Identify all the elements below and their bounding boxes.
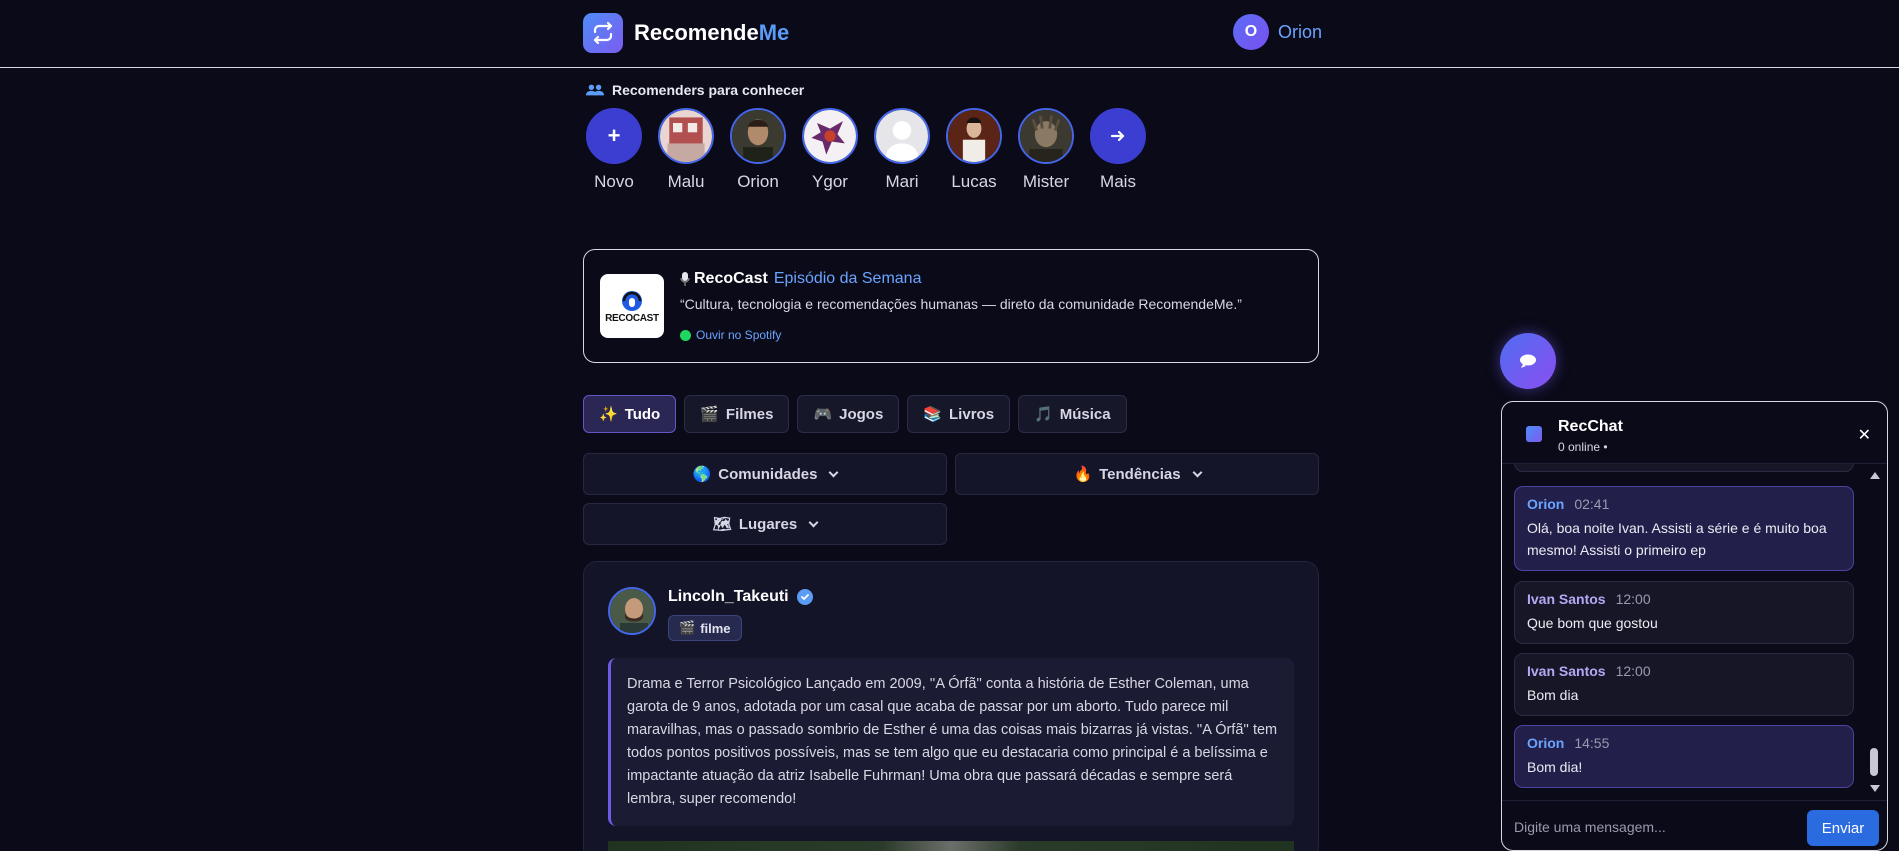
chat-message: Orion 14:55 Bom dia! [1514,725,1854,788]
send-button[interactable]: Enviar [1807,810,1879,846]
recommender-mister[interactable]: Mister [1018,108,1074,192]
chevron-down-icon [808,517,819,527]
microphone-icon [680,272,690,286]
post-category-badge: 🎬 filme [668,615,742,641]
chevron-down-icon [1192,467,1202,477]
recommenders-list: + Novo Malu Orion Ygor Mari Lucas Mister… [586,108,1146,192]
recommender-malu[interactable]: Malu [658,108,714,192]
post-author[interactable]: Lincoln_Takeuti [668,588,813,606]
books-icon: 📚 [923,406,943,423]
category-tabs: ✨ Tudo 🎬 Filmes 🎮 Jogos 📚 Livros 🎵 Música [583,395,1127,433]
recocast-logo: RECOCAST [600,274,664,338]
post-image[interactable] [608,841,1294,851]
chat-composer: Enviar [1502,800,1887,850]
tab-jogos[interactable]: 🎮 Jogos [797,395,900,433]
user-avatar: O [1233,14,1269,50]
recommender-orion[interactable]: Orion [730,108,786,192]
avatar [874,108,930,164]
post-author-avatar[interactable] [608,587,656,635]
chat-message-input[interactable] [1514,811,1794,843]
tab-livros[interactable]: 📚 Livros [907,395,1011,433]
comunidades-dropdown[interactable]: 🌎 Comunidades [583,453,947,495]
chat-toggle-button[interactable] [1500,333,1556,389]
tab-musica[interactable]: 🎵 Música [1018,395,1127,433]
clapperboard-icon: 🎬 [679,620,696,635]
chat-scrollbar[interactable] [1866,464,1882,800]
chat-message: Ivan Santos 12:00 Bom dia [1514,653,1854,716]
gamepad-icon: 🎮 [813,406,833,423]
tendencias-dropdown[interactable]: 🔥 Tendências [955,453,1319,495]
chat-message-partial [1514,464,1854,472]
avatar [658,108,714,164]
avatar [802,108,858,164]
chevron-down-icon [828,467,839,477]
repeat-icon [583,13,623,53]
recommender-ygor[interactable]: Ygor [802,108,858,192]
scrollbar-thumb[interactable] [1870,748,1878,776]
podcast-card: RECOCAST RecoCast Episódio da Semana “Cu… [583,249,1319,363]
post-text: Drama e Terror Psicológico Lançado em 20… [608,658,1294,826]
users-icon [586,84,604,96]
plus-icon: + [586,108,642,164]
recommender-more[interactable]: Mais [1090,108,1146,192]
brand-name: RecomendeMe [634,20,790,45]
sparkles-icon: ✨ [599,406,618,423]
globe-icon: 🌎 [692,466,712,483]
podcast-description: “Cultura, tecnologia e recomendações hum… [680,296,1242,312]
chat-title: RecChat [1558,418,1623,435]
chat-logo-icon [1526,426,1542,442]
scroll-up-arrow-icon[interactable] [1870,472,1880,479]
chat-bubble-icon [1520,354,1536,368]
post-card: Lincoln_Takeuti 🎬 filme Drama e Terror P… [583,561,1319,851]
chat-message: Ivan Santos 12:00 Que bom que gostou [1514,581,1854,644]
fire-icon: 🔥 [1073,466,1093,483]
scroll-down-arrow-icon[interactable] [1870,785,1880,792]
spotify-icon [680,329,691,341]
chat-messages: Orion 02:41 Olá, boa noite Ivan. Assisti … [1502,464,1872,800]
chat-header: RecChat 0 online • ✕ [1502,402,1887,464]
brand-logo[interactable]: RecomendeMe [583,13,789,53]
clapperboard-icon: 🎬 [700,406,719,423]
arrow-right-icon [1090,108,1146,164]
top-bar: RecomendeMe O Orion [0,0,1899,68]
podcast-title: RecoCast Episódio da Semana [680,270,921,288]
tab-filmes[interactable]: 🎬 Filmes [684,395,790,433]
podcast-logo-icon [622,290,642,311]
verified-icon [796,589,813,605]
user-menu[interactable]: O Orion [1233,14,1322,50]
music-note-icon: 🎵 [1034,406,1053,423]
recommenders-title: Recomenders para conhecer [586,82,804,98]
avatar [1018,108,1074,164]
map-icon: 🗺 [712,516,732,533]
lugares-dropdown[interactable]: 🗺 Lugares [583,503,947,545]
recommender-new[interactable]: + Novo [586,108,642,192]
recchat-panel: RecChat 0 online • ✕ Orion 02:41 Olá, boa… [1501,401,1888,851]
recommender-mari[interactable]: Mari [874,108,930,192]
spotify-link[interactable]: Ouvir no Spotify [680,328,781,342]
user-name: Orion [1278,21,1323,42]
tab-tudo[interactable]: ✨ Tudo [583,395,677,433]
avatar [730,108,786,164]
chat-message: Orion 02:41 Olá, boa noite Ivan. Assisti … [1514,486,1854,571]
chat-online-status: 0 online • [1558,440,1608,454]
avatar [946,108,1002,164]
close-icon[interactable]: ✕ [1858,425,1871,445]
recommender-lucas[interactable]: Lucas [946,108,1002,192]
